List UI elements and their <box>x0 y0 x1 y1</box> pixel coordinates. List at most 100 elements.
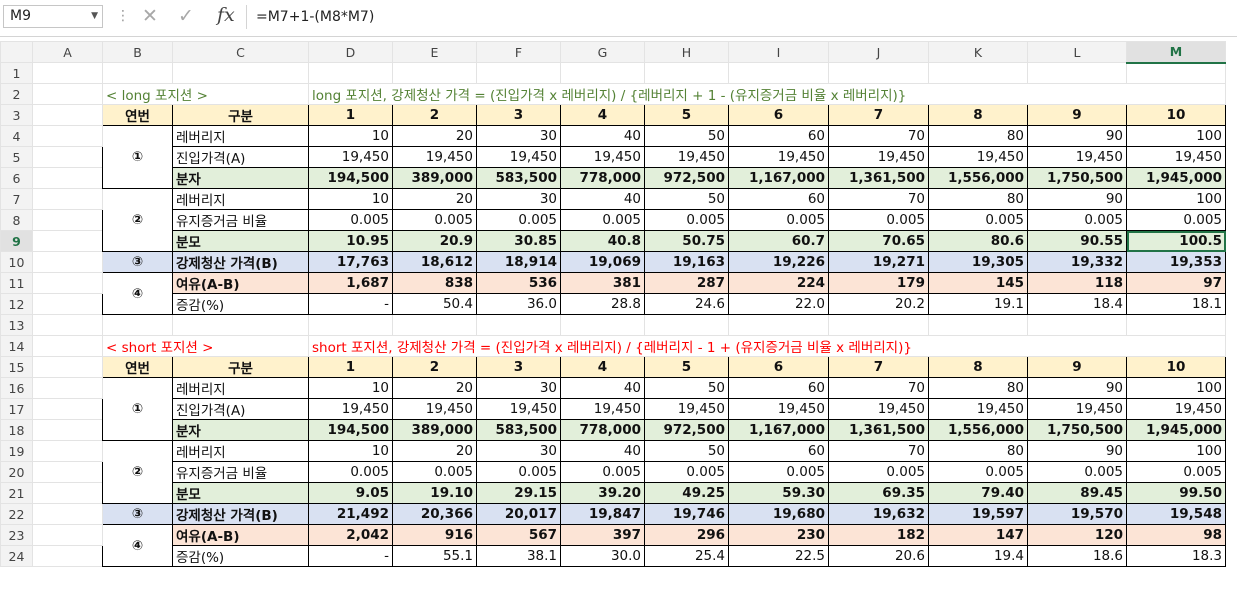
table-cell[interactable]: 100 <box>1126 125 1226 147</box>
cell[interactable] <box>32 293 103 315</box>
table-cell[interactable]: 20.6 <box>828 545 929 567</box>
insert-function-icon[interactable]: fx <box>217 4 235 26</box>
cell[interactable] <box>928 314 1028 336</box>
table-cell[interactable]: 9.05 <box>308 482 393 504</box>
table-cell[interactable]: 19,332 <box>1027 251 1127 273</box>
table-cell[interactable]: 18.1 <box>1126 293 1226 315</box>
table-cell[interactable]: 50 <box>644 440 729 462</box>
table-cell[interactable]: 778,000 <box>560 167 645 189</box>
table-cell[interactable]: 19,163 <box>644 251 729 273</box>
cell[interactable] <box>32 209 103 231</box>
cell[interactable] <box>476 62 561 84</box>
table-cell[interactable]: 19,450 <box>308 398 393 420</box>
table-cell[interactable]: 1,556,000 <box>928 167 1028 189</box>
row-header[interactable]: 16 <box>0 377 33 399</box>
table-cell[interactable]: 20 <box>392 125 477 147</box>
table-cell[interactable]: 0.005 <box>728 461 829 483</box>
table-cell[interactable]: 80 <box>928 125 1028 147</box>
table-cell[interactable]: 1,556,000 <box>928 419 1028 441</box>
row-header[interactable]: 22 <box>0 503 33 525</box>
table-cell[interactable]: 838 <box>392 272 477 294</box>
cancel-icon[interactable]: ✕ <box>142 5 158 28</box>
cell[interactable] <box>476 314 561 336</box>
header-col[interactable]: 2 <box>392 104 477 126</box>
table-cell[interactable]: 0.005 <box>476 209 561 231</box>
row-header[interactable]: 5 <box>0 146 33 168</box>
table-cell[interactable]: 19,450 <box>1027 146 1127 168</box>
table-cell[interactable]: 50.75 <box>644 230 729 252</box>
cell[interactable] <box>828 62 929 84</box>
table-cell[interactable]: 90 <box>1027 188 1127 210</box>
column-header[interactable]: D <box>308 41 393 63</box>
cell[interactable] <box>32 314 103 336</box>
table-cell[interactable]: 389,000 <box>392 167 477 189</box>
table-cell[interactable]: 97 <box>1126 272 1226 294</box>
row-label[interactable]: 여유(A-B) <box>172 272 309 294</box>
table-cell[interactable]: 18.6 <box>1027 545 1127 567</box>
row-header[interactable]: 24 <box>0 545 33 567</box>
table-cell[interactable]: 1,167,000 <box>728 167 829 189</box>
row-header[interactable]: 6 <box>0 167 33 189</box>
table-cell[interactable]: 55.1 <box>392 545 477 567</box>
cell[interactable] <box>1027 62 1127 84</box>
table-cell[interactable]: 19,570 <box>1027 503 1127 525</box>
cell[interactable] <box>32 146 103 168</box>
row-label[interactable]: 진입가격(A) <box>172 146 309 168</box>
cell[interactable] <box>560 62 645 84</box>
cell[interactable] <box>828 314 929 336</box>
table-cell[interactable]: 19,548 <box>1126 503 1226 525</box>
table-cell[interactable]: 90 <box>1027 440 1127 462</box>
table-cell[interactable]: 70 <box>828 440 929 462</box>
selected-cell[interactable]: 100.5 <box>1126 230 1226 252</box>
cell[interactable] <box>172 314 309 336</box>
table-cell[interactable]: 17,763 <box>308 251 393 273</box>
table-cell[interactable]: 99.50 <box>1126 482 1226 504</box>
row-header[interactable]: 10 <box>0 251 33 273</box>
table-cell[interactable]: 397 <box>560 524 645 546</box>
table-cell[interactable]: 60 <box>728 440 829 462</box>
row-header[interactable]: 21 <box>0 482 33 504</box>
table-cell[interactable]: 30 <box>476 125 561 147</box>
table-cell[interactable]: 10.95 <box>308 230 393 252</box>
table-cell[interactable]: 28.8 <box>560 293 645 315</box>
header-col[interactable]: 3 <box>476 104 561 126</box>
table-cell[interactable]: 19.1 <box>928 293 1028 315</box>
table-cell[interactable]: 10 <box>308 377 393 399</box>
table-cell[interactable]: 19,450 <box>392 146 477 168</box>
table-cell[interactable]: 19,353 <box>1126 251 1226 273</box>
table-cell[interactable]: 1,945,000 <box>1126 419 1226 441</box>
table-cell[interactable]: 19,271 <box>828 251 929 273</box>
cell[interactable] <box>32 272 103 294</box>
formula-input[interactable]: =M7+1-(M8*M7) <box>256 6 374 28</box>
column-header[interactable]: A <box>32 41 103 63</box>
cell[interactable] <box>32 398 103 420</box>
header-col[interactable]: 8 <box>928 356 1028 378</box>
table-cell[interactable]: 89.45 <box>1027 482 1127 504</box>
row-label[interactable]: 분모 <box>172 230 309 252</box>
cell[interactable] <box>1126 62 1226 84</box>
table-cell[interactable]: 972,500 <box>644 167 729 189</box>
table-cell[interactable]: 916 <box>392 524 477 546</box>
header-col[interactable]: 6 <box>728 104 829 126</box>
table-cell[interactable]: 1,361,500 <box>828 419 929 441</box>
table-cell[interactable]: 0.005 <box>308 461 393 483</box>
table-cell[interactable]: 18,612 <box>392 251 477 273</box>
header-col[interactable]: 6 <box>728 356 829 378</box>
table-cell[interactable]: 179 <box>828 272 929 294</box>
row-header[interactable]: 9 <box>0 230 33 252</box>
table-cell[interactable]: 19,450 <box>644 398 729 420</box>
table-cell[interactable]: 30.0 <box>560 545 645 567</box>
cell[interactable] <box>32 167 103 189</box>
table-cell[interactable]: 194,500 <box>308 419 393 441</box>
table-cell[interactable]: 22.5 <box>728 545 829 567</box>
cell[interactable] <box>32 335 103 357</box>
column-header[interactable]: M <box>1126 41 1226 64</box>
cell[interactable] <box>1027 314 1127 336</box>
cell[interactable] <box>32 440 103 462</box>
table-cell[interactable]: 38.1 <box>476 545 561 567</box>
row-header[interactable]: 17 <box>0 398 33 420</box>
table-cell[interactable]: 10 <box>308 125 393 147</box>
row-label[interactable]: 증감(%) <box>172 545 309 567</box>
row-label[interactable]: 분자 <box>172 419 309 441</box>
table-cell[interactable]: 40 <box>560 377 645 399</box>
